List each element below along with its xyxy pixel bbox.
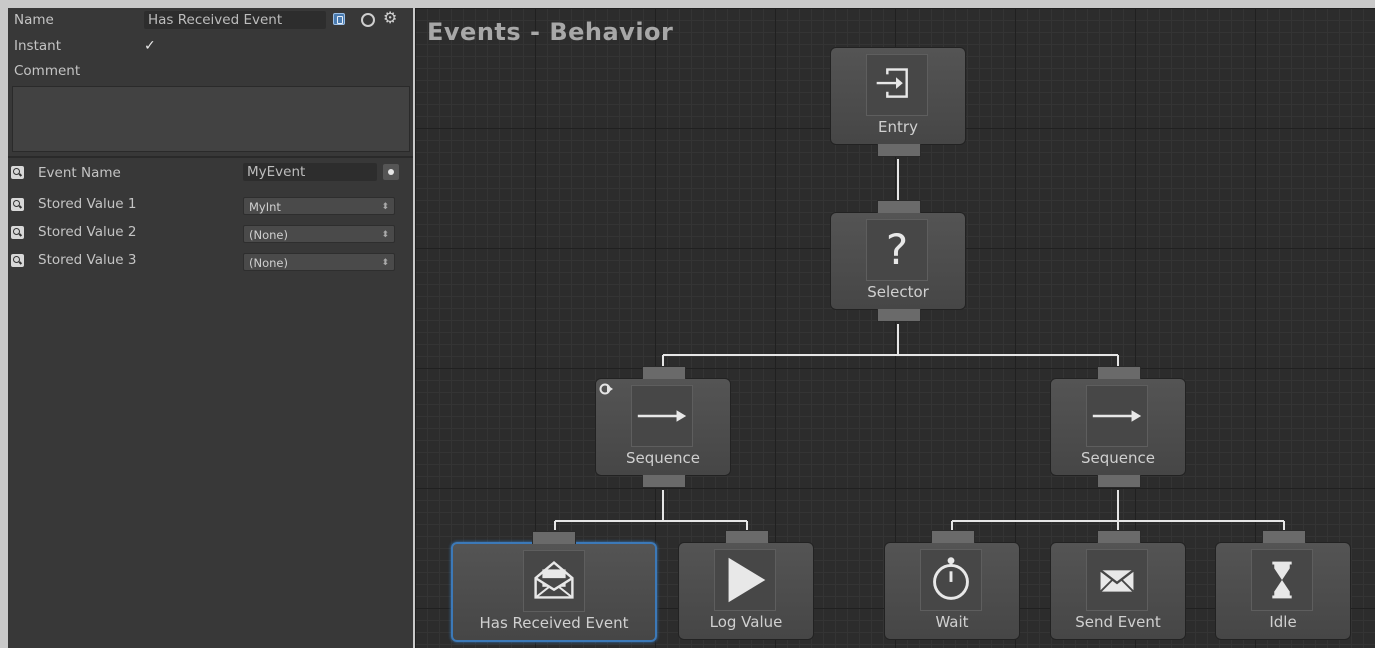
divider — [8, 156, 413, 158]
node-send-event[interactable]: Send Event — [1050, 530, 1186, 640]
node-sequence-left[interactable]: Sequence — [595, 366, 731, 488]
search-icon[interactable] — [11, 166, 24, 179]
name-label: Name — [14, 12, 54, 28]
node-sequence-right[interactable]: Sequence — [1050, 366, 1186, 488]
arrow-right-icon — [631, 385, 693, 447]
node-has-received-event[interactable]: Has Received Event — [451, 531, 657, 642]
property-label: Event Name — [38, 165, 121, 181]
instant-label: Instant — [14, 38, 61, 54]
node-label: Has Received Event — [479, 614, 629, 632]
dropdown-arrow-icon: ⬍ — [381, 230, 389, 240]
node-label: Send Event — [1075, 613, 1161, 631]
book-icon[interactable] — [333, 13, 345, 25]
input-port[interactable] — [1097, 530, 1141, 543]
variable-toggle-button[interactable] — [383, 164, 399, 180]
envelope-open-icon — [523, 550, 585, 612]
node-label: Selector — [867, 283, 929, 301]
circle-icon[interactable] — [361, 13, 375, 27]
stored-value-2-dropdown[interactable]: (None) ⬍ — [243, 225, 395, 243]
comment-textarea[interactable] — [12, 86, 410, 152]
output-port[interactable] — [877, 309, 921, 322]
name-field[interactable]: Has Received Event — [144, 11, 326, 29]
instant-checkbox[interactable]: ✓ — [144, 39, 158, 53]
property-label: Stored Value 3 — [38, 252, 137, 268]
search-icon[interactable] — [11, 254, 24, 267]
node-label: Entry — [878, 118, 918, 136]
input-port[interactable] — [1262, 530, 1306, 543]
property-label: Stored Value 1 — [38, 196, 137, 212]
arrow-right-icon — [1086, 385, 1148, 447]
output-port[interactable] — [642, 475, 686, 488]
app-window: Name Has Received Event ⚙ Instant ✓ Comm… — [0, 0, 1375, 648]
input-port[interactable] — [877, 200, 921, 213]
node-entry[interactable]: Entry — [830, 47, 966, 157]
repeat-icon — [599, 382, 613, 396]
node-idle[interactable]: Idle — [1215, 530, 1351, 640]
dropdown-value: (None) — [249, 256, 288, 270]
output-port[interactable] — [1097, 475, 1141, 488]
question-icon: ? — [866, 219, 928, 281]
gear-icon[interactable]: ⚙ — [383, 8, 397, 28]
dropdown-value: (None) — [249, 228, 288, 242]
graph-canvas[interactable]: Events - Behavior Entry ? Selector Seque… — [415, 8, 1375, 648]
input-port[interactable] — [642, 366, 686, 379]
play-icon — [714, 549, 776, 611]
dropdown-arrow-icon: ⬍ — [381, 202, 389, 212]
node-selector[interactable]: ? Selector — [830, 200, 966, 322]
envelope-icon — [1086, 549, 1148, 611]
output-port[interactable] — [877, 144, 921, 157]
stored-value-3-dropdown[interactable]: (None) ⬍ — [243, 253, 395, 271]
search-icon[interactable] — [11, 226, 24, 239]
stopwatch-icon — [920, 549, 982, 611]
comment-label: Comment — [14, 63, 81, 79]
input-port[interactable] — [931, 530, 975, 543]
entry-icon — [866, 54, 928, 116]
node-wait[interactable]: Wait — [884, 530, 1020, 640]
node-label: Sequence — [626, 449, 700, 467]
event-name-input[interactable]: MyEvent — [243, 163, 377, 181]
inspector-panel: Name Has Received Event ⚙ Instant ✓ Comm… — [8, 8, 413, 648]
node-label: Wait — [935, 613, 969, 631]
dropdown-value: MyInt — [249, 200, 281, 214]
node-label: Sequence — [1081, 449, 1155, 467]
node-label: Idle — [1269, 613, 1297, 631]
input-port[interactable] — [1097, 366, 1141, 379]
node-label: Log Value — [709, 613, 783, 631]
input-port[interactable] — [725, 530, 769, 543]
search-icon[interactable] — [11, 198, 24, 211]
hourglass-icon — [1251, 549, 1313, 611]
stored-value-1-dropdown[interactable]: MyInt ⬍ — [243, 197, 395, 215]
property-label: Stored Value 2 — [38, 224, 137, 240]
dropdown-arrow-icon: ⬍ — [381, 258, 389, 268]
input-port[interactable] — [532, 531, 576, 544]
node-log-value[interactable]: Log Value — [678, 530, 814, 640]
